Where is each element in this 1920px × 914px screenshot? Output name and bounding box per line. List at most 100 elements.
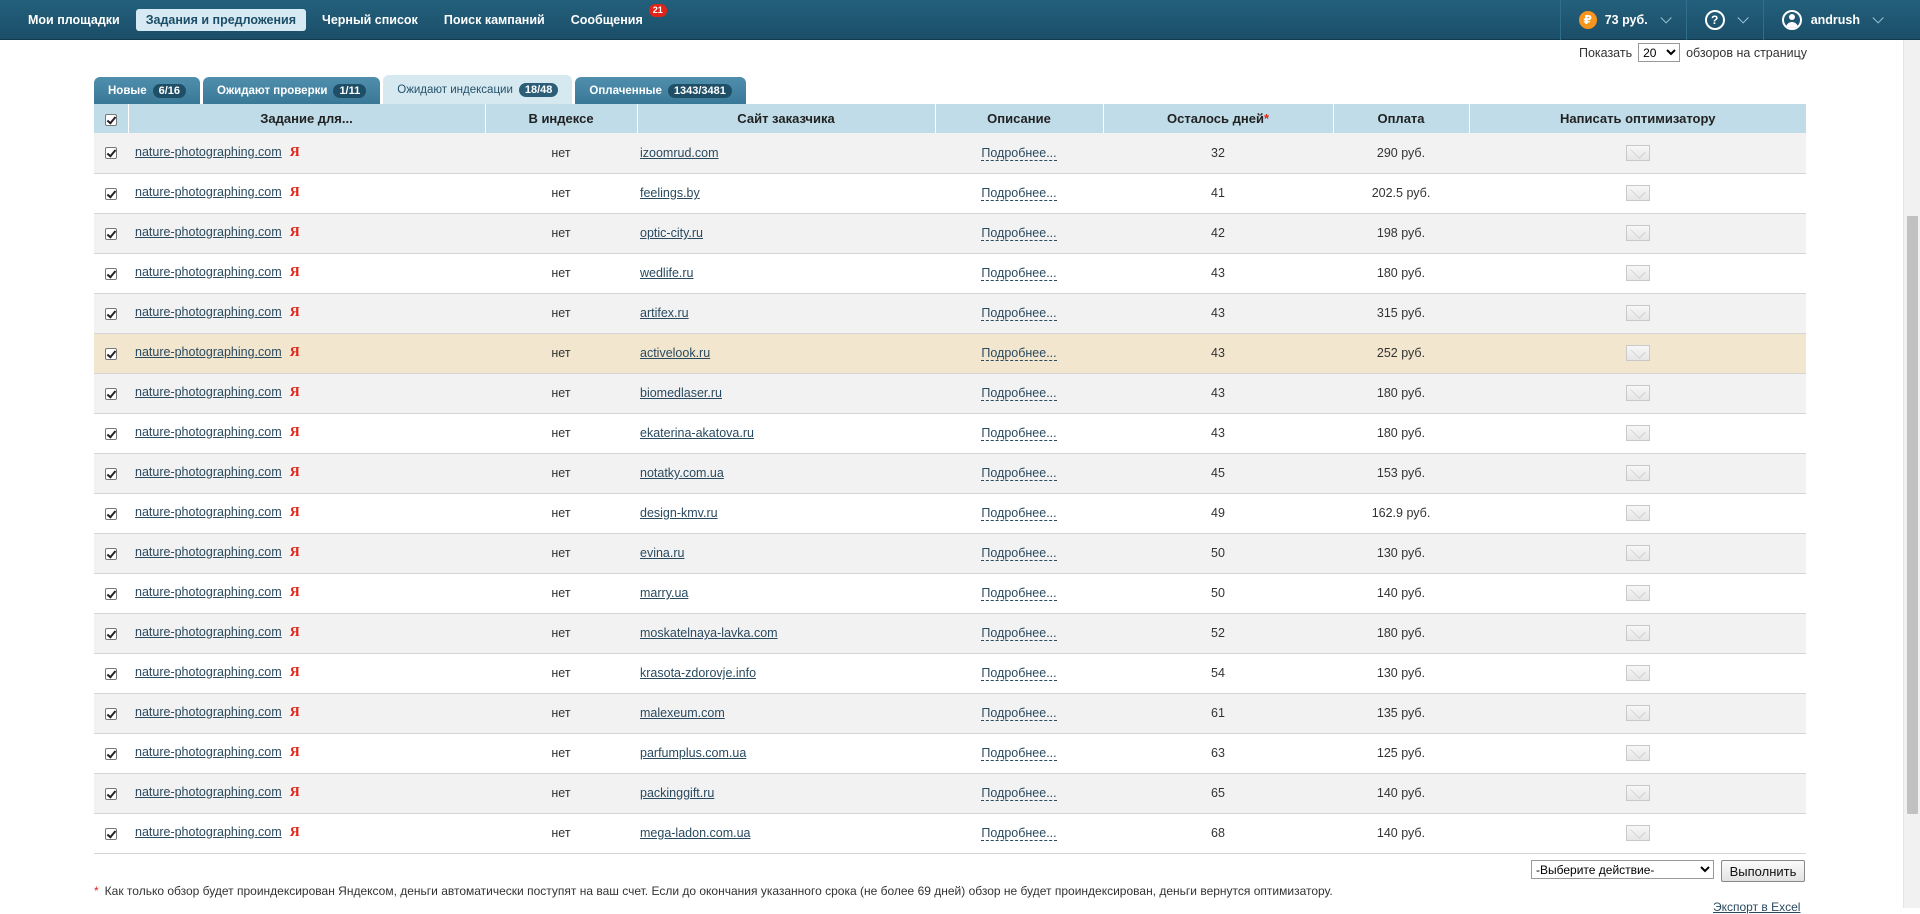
details-link[interactable]: Подробнее...: [981, 426, 1057, 441]
task-site-link[interactable]: nature-photographing.com: [135, 785, 282, 799]
yandex-icon[interactable]: Я: [290, 385, 300, 400]
tab-awaiting-review[interactable]: Ожидают проверки 1/11: [203, 77, 381, 104]
details-link[interactable]: Подробнее...: [981, 546, 1057, 561]
task-site-link[interactable]: nature-photographing.com: [135, 425, 282, 439]
envelope-icon[interactable]: [1625, 745, 1650, 761]
details-link[interactable]: Подробнее...: [981, 666, 1057, 681]
user-menu[interactable]: andrush: [1762, 0, 1920, 40]
yandex-icon[interactable]: Я: [290, 585, 300, 600]
row-checkbox[interactable]: [105, 187, 117, 200]
row-checkbox[interactable]: [105, 547, 117, 560]
customer-site-link[interactable]: notatky.com.ua: [640, 466, 724, 480]
customer-site-link[interactable]: packinggift.ru: [640, 786, 714, 800]
column-header-payment[interactable]: Оплата: [1333, 104, 1470, 133]
task-site-link[interactable]: nature-photographing.com: [135, 465, 282, 479]
nav-tasks-offers[interactable]: Задания и предложения: [135, 9, 307, 31]
envelope-icon[interactable]: [1625, 825, 1650, 841]
customer-site-link[interactable]: artifex.ru: [640, 306, 689, 320]
execute-button[interactable]: Выполнить: [1721, 860, 1805, 882]
details-link[interactable]: Подробнее...: [981, 186, 1057, 201]
customer-site-link[interactable]: malexeum.com: [640, 706, 725, 720]
row-checkbox[interactable]: [105, 827, 117, 840]
bulk-action-select[interactable]: -Выберите действие-: [1531, 860, 1714, 879]
row-checkbox[interactable]: [105, 347, 117, 360]
customer-site-link[interactable]: izoomrud.com: [640, 146, 719, 160]
column-header-site[interactable]: Сайт заказчика: [637, 104, 936, 133]
row-checkbox[interactable]: [105, 467, 117, 480]
vertical-scrollbar[interactable]: [1903, 40, 1920, 908]
envelope-icon[interactable]: [1625, 585, 1650, 601]
customer-site-link[interactable]: moskatelnaya-lavka.com: [640, 626, 778, 640]
nav-my-sites[interactable]: Мои площадки: [18, 9, 130, 31]
task-site-link[interactable]: nature-photographing.com: [135, 145, 282, 159]
nav-messages[interactable]: Сообщения 21: [561, 4, 667, 31]
row-checkbox[interactable]: [105, 307, 117, 320]
yandex-icon[interactable]: Я: [290, 545, 300, 560]
envelope-icon[interactable]: [1625, 225, 1650, 241]
scrollbar-thumb[interactable]: [1907, 216, 1918, 814]
yandex-icon[interactable]: Я: [290, 665, 300, 680]
details-link[interactable]: Подробнее...: [981, 346, 1057, 361]
details-link[interactable]: Подробнее...: [981, 226, 1057, 241]
balance-menu[interactable]: ₽ 73 руб.: [1559, 0, 1686, 40]
customer-site-link[interactable]: krasota-zdorovje.info: [640, 666, 756, 680]
details-link[interactable]: Подробнее...: [981, 626, 1057, 641]
envelope-icon[interactable]: [1625, 144, 1650, 161]
row-checkbox[interactable]: [105, 427, 117, 440]
column-header-index[interactable]: В индексе: [485, 104, 638, 133]
tab-paid[interactable]: Оплаченные 1343/3481: [575, 77, 746, 104]
customer-site-link[interactable]: marry.ua: [640, 586, 688, 600]
yandex-icon[interactable]: Я: [290, 625, 300, 640]
row-checkbox[interactable]: [105, 387, 117, 400]
envelope-icon[interactable]: [1625, 665, 1650, 681]
customer-site-link[interactable]: feelings.by: [640, 186, 700, 200]
details-link[interactable]: Подробнее...: [981, 466, 1057, 481]
nav-blacklist[interactable]: Черный список: [312, 9, 428, 31]
customer-site-link[interactable]: design-kmv.ru: [640, 506, 718, 520]
yandex-icon[interactable]: Я: [290, 265, 300, 280]
details-link[interactable]: Подробнее...: [981, 746, 1057, 761]
customer-site-link[interactable]: evina.ru: [640, 546, 684, 560]
tab-new[interactable]: Новые 6/16: [94, 77, 201, 104]
row-checkbox[interactable]: [105, 627, 117, 640]
details-link[interactable]: Подробнее...: [981, 786, 1057, 801]
customer-site-link[interactable]: parfumplus.com.ua: [640, 746, 746, 760]
envelope-icon[interactable]: [1625, 425, 1650, 441]
details-link[interactable]: Подробнее...: [981, 706, 1057, 721]
row-checkbox[interactable]: [105, 507, 117, 520]
details-link[interactable]: Подробнее...: [981, 826, 1057, 841]
row-checkbox[interactable]: [105, 147, 117, 160]
yandex-icon[interactable]: Я: [290, 465, 300, 480]
task-site-link[interactable]: nature-photographing.com: [135, 745, 282, 759]
customer-site-link[interactable]: mega-ladon.com.ua: [640, 826, 750, 840]
customer-site-link[interactable]: wedlife.ru: [640, 266, 694, 280]
customer-site-link[interactable]: activelook.ru: [640, 346, 710, 360]
task-site-link[interactable]: nature-photographing.com: [135, 545, 282, 559]
task-site-link[interactable]: nature-photographing.com: [135, 265, 282, 279]
customer-site-link[interactable]: optic-city.ru: [640, 226, 703, 240]
details-link[interactable]: Подробнее...: [981, 145, 1057, 161]
task-site-link[interactable]: nature-photographing.com: [135, 625, 282, 639]
column-header-days-left[interactable]: Осталось дней*: [1103, 104, 1334, 133]
details-link[interactable]: Подробнее...: [981, 306, 1057, 321]
per-page-select[interactable]: 20: [1638, 43, 1681, 62]
task-site-link[interactable]: nature-photographing.com: [135, 185, 282, 199]
yandex-icon[interactable]: Я: [290, 305, 300, 320]
task-site-link[interactable]: nature-photographing.com: [135, 385, 282, 399]
row-checkbox[interactable]: [105, 227, 117, 240]
row-checkbox[interactable]: [105, 747, 117, 760]
yandex-icon[interactable]: Я: [290, 705, 300, 720]
export-excel-link[interactable]: Экспорт в Excel: [1713, 900, 1800, 914]
yandex-icon[interactable]: Я: [290, 225, 300, 240]
task-site-link[interactable]: nature-photographing.com: [135, 825, 282, 839]
details-link[interactable]: Подробнее...: [981, 506, 1057, 521]
yandex-icon[interactable]: Я: [290, 185, 300, 200]
envelope-icon[interactable]: [1625, 785, 1650, 801]
yandex-icon[interactable]: Я: [290, 785, 300, 800]
envelope-icon[interactable]: [1625, 465, 1650, 481]
envelope-icon[interactable]: [1625, 305, 1650, 321]
yandex-icon[interactable]: Я: [290, 145, 300, 160]
yandex-icon[interactable]: Я: [290, 745, 300, 760]
row-checkbox[interactable]: [105, 267, 117, 280]
details-link[interactable]: Подробнее...: [981, 586, 1057, 601]
